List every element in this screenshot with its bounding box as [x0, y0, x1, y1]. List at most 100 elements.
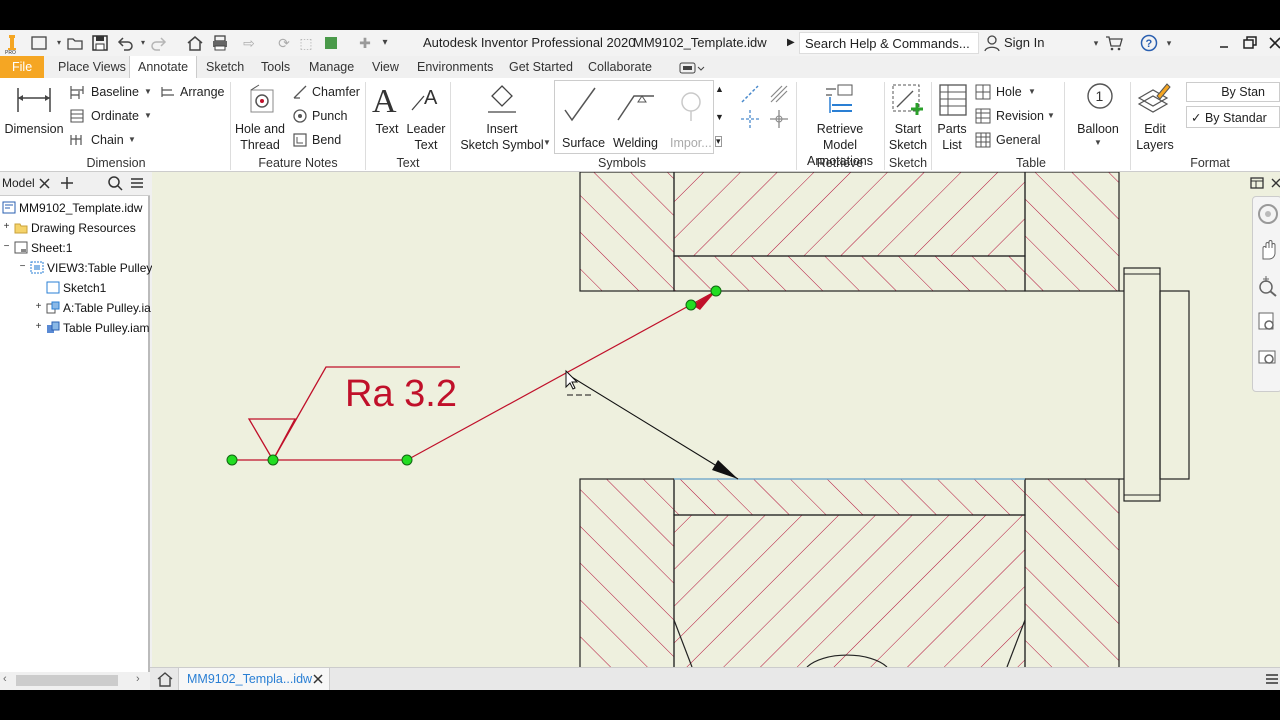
- qat-material-icon[interactable]: [322, 34, 340, 52]
- tab-get-started[interactable]: Get Started: [509, 56, 573, 78]
- sign-in-link[interactable]: Sign In: [1004, 35, 1044, 50]
- punch-button[interactable]: Punch: [312, 109, 347, 123]
- ordinate-button[interactable]: Ordinate: [91, 109, 139, 123]
- general-table-button[interactable]: General: [996, 133, 1040, 147]
- baseline-dropdown-icon[interactable]: ▼: [144, 87, 152, 96]
- ribbon-display-toggle[interactable]: [679, 56, 705, 78]
- center-mark-cross-icon[interactable]: [739, 108, 761, 133]
- parts-list-button[interactable]: Parts List: [932, 121, 972, 153]
- undo-icon[interactable]: [116, 34, 134, 52]
- hole-thread-icon[interactable]: [247, 84, 277, 119]
- surface-button[interactable]: Surface: [562, 136, 605, 150]
- text-button[interactable]: Text: [368, 121, 406, 137]
- new-file-icon[interactable]: [30, 34, 48, 52]
- dimension-button[interactable]: Dimension: [4, 121, 64, 137]
- hole-table-icon[interactable]: [975, 84, 991, 103]
- qat-select-icon[interactable]: ⬚: [297, 34, 315, 52]
- punch-icon[interactable]: [292, 108, 308, 127]
- chamfer-icon[interactable]: [292, 84, 308, 103]
- surface-texture-icon[interactable]: [563, 86, 599, 129]
- tab-file[interactable]: File: [0, 56, 45, 78]
- home-icon[interactable]: [186, 34, 204, 52]
- tab-sketch[interactable]: Sketch: [206, 56, 244, 78]
- tab-place-views[interactable]: Place Views: [58, 56, 126, 78]
- insert-sketch-dropdown-icon[interactable]: ▼: [543, 138, 551, 147]
- inventor-logo-icon[interactable]: PRO: [3, 34, 21, 56]
- browser-node-assembly-ref[interactable]: + A:Table Pulley.ia: [34, 298, 151, 316]
- pan-icon[interactable]: [1257, 239, 1279, 264]
- tab-collaborate[interactable]: Collaborate: [588, 56, 652, 78]
- balloon-dropdown-icon[interactable]: ▼: [1094, 138, 1102, 147]
- help-dropdown-icon[interactable]: ▾: [1160, 34, 1178, 52]
- collapse-icon[interactable]: −: [2, 242, 11, 252]
- revision-table-button[interactable]: Revision: [996, 109, 1044, 123]
- hole-table-dropdown-icon[interactable]: ▼: [1028, 87, 1036, 96]
- browser-horizontal-scrollbar[interactable]: ‹ ›: [0, 672, 150, 690]
- qat-update-icon[interactable]: ⟳: [275, 34, 293, 52]
- browser-node-assembly[interactable]: + Table Pulley.iam: [34, 318, 150, 336]
- balloon-icon[interactable]: 1: [1084, 82, 1116, 117]
- search-help-input[interactable]: Search Help & Commands...: [799, 32, 979, 54]
- leader-text-icon[interactable]: A: [410, 84, 444, 117]
- zoom-window-icon[interactable]: [1257, 311, 1279, 336]
- steering-wheel-icon[interactable]: [1257, 203, 1279, 228]
- gallery-down-icon[interactable]: ▼: [715, 112, 724, 122]
- bend-button[interactable]: Bend: [312, 133, 341, 147]
- close-view-icon[interactable]: [1270, 176, 1280, 190]
- tab-tools[interactable]: Tools: [261, 56, 290, 78]
- chain-dropdown-icon[interactable]: ▼: [128, 135, 136, 144]
- general-table-icon[interactable]: [975, 132, 991, 151]
- baseline-icon[interactable]: [69, 84, 85, 103]
- tab-manage[interactable]: Manage: [309, 56, 354, 78]
- hole-table-button[interactable]: Hole: [996, 85, 1022, 99]
- surface-texture-symbol[interactable]: Ra 3.2: [232, 290, 717, 462]
- browser-search-icon[interactable]: [107, 174, 123, 195]
- insert-sketch-symbol-icon[interactable]: [486, 84, 518, 119]
- expand-icon[interactable]: +: [2, 222, 11, 232]
- gallery-expand-icon[interactable]: ▾: [715, 136, 722, 147]
- redo-icon[interactable]: [150, 34, 168, 52]
- ordinate-dropdown-icon[interactable]: ▼: [144, 111, 152, 120]
- zoom-all-icon[interactable]: [1257, 347, 1279, 372]
- qat-arrow-icon[interactable]: ⇨: [240, 34, 258, 52]
- tab-annotate[interactable]: Annotate: [129, 56, 198, 78]
- dimension-icon[interactable]: [16, 84, 52, 117]
- leader-text-button[interactable]: Leader Text: [404, 121, 448, 153]
- scroll-left-icon[interactable]: ‹: [3, 673, 7, 685]
- centered-pattern-icon[interactable]: [768, 108, 790, 133]
- browser-add-icon[interactable]: [59, 174, 75, 195]
- layer-select[interactable]: ✓ By Standar: [1186, 106, 1280, 128]
- start-sketch-button[interactable]: Start Sketch: [885, 121, 931, 153]
- browser-node-document[interactable]: MM9102_Template.idw: [2, 198, 142, 216]
- help-icon[interactable]: ?: [1140, 34, 1158, 52]
- scroll-right-icon[interactable]: ›: [136, 673, 140, 685]
- retrieve-annotations-icon[interactable]: [822, 83, 856, 118]
- grip-points[interactable]: [226, 285, 722, 466]
- tab-environments[interactable]: Environments: [417, 56, 493, 78]
- search-expand-icon[interactable]: ▶: [787, 37, 795, 48]
- browser-tab-model[interactable]: Model: [2, 176, 35, 190]
- home-tab-icon[interactable]: [156, 671, 174, 690]
- zoom-icon[interactable]: [1257, 275, 1279, 300]
- cart-icon[interactable]: [1105, 34, 1123, 52]
- hole-thread-button[interactable]: Hole and Thread: [232, 121, 288, 153]
- gallery-up-icon[interactable]: ▲: [715, 84, 724, 94]
- edit-layers-button[interactable]: Edit Layers: [1132, 121, 1178, 153]
- chamfer-button[interactable]: Chamfer: [312, 85, 360, 99]
- expand-icon[interactable]: +: [34, 302, 43, 312]
- close-icon[interactable]: [1266, 34, 1280, 52]
- import-button[interactable]: Impor...: [670, 136, 712, 150]
- centermark-icon[interactable]: [739, 83, 761, 108]
- text-icon[interactable]: A: [371, 82, 401, 120]
- tab-menu-icon[interactable]: [1264, 671, 1280, 690]
- chain-icon[interactable]: [69, 132, 85, 151]
- chain-button[interactable]: Chain: [91, 133, 124, 147]
- sign-in-dropdown-icon[interactable]: ▾: [1087, 34, 1105, 52]
- edit-layers-icon[interactable]: [1137, 82, 1171, 119]
- open-folder-icon[interactable]: [66, 34, 84, 52]
- save-icon[interactable]: [91, 34, 109, 52]
- maximize-view-icon[interactable]: [1250, 176, 1264, 190]
- expand-icon[interactable]: +: [34, 322, 43, 332]
- minimize-icon[interactable]: [1215, 34, 1233, 52]
- balloon-button[interactable]: Balloon: [1070, 121, 1126, 137]
